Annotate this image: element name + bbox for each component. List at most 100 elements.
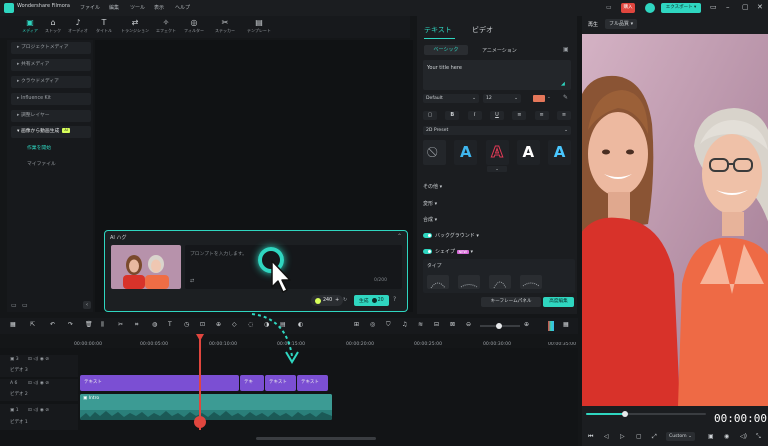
sidebar-item-project-media[interactable]: ▸ プロジェクトメディア: [11, 42, 91, 54]
keyframe-icon[interactable]: ◇: [232, 321, 237, 328]
monitor-icon[interactable]: ▭: [606, 4, 612, 11]
new-folder-icon[interactable]: ▭: [11, 302, 17, 309]
track-tools-icon[interactable]: ⊡ ◁) ◉ ⊘: [28, 357, 49, 362]
snap-icon[interactable]: ⊠: [450, 321, 455, 328]
prev-frame-icon[interactable]: ◁: [604, 433, 609, 440]
render-icon[interactable]: ⊞: [354, 321, 359, 328]
undo-icon[interactable]: ↶: [50, 321, 55, 328]
motion-track-icon[interactable]: ⊕: [216, 321, 221, 328]
buy-button[interactable]: 購入: [621, 3, 635, 13]
shape-option[interactable]: [489, 275, 511, 289]
zoom-in-icon[interactable]: ⊕: [524, 321, 529, 328]
title-clip[interactable]: テキ: [240, 375, 264, 391]
expand-presets-icon[interactable]: ⌄: [487, 166, 507, 172]
title-clip[interactable]: テキスト: [265, 375, 296, 391]
ai-text-icon[interactable]: ◢: [561, 81, 565, 87]
shield-icon[interactable]: ⛉: [386, 321, 391, 329]
preset-outline-a-icon[interactable]: A: [485, 139, 509, 165]
shape-toggle[interactable]: [423, 249, 432, 254]
sidebar-item-my-files[interactable]: マイファイル: [11, 159, 91, 171]
section-background[interactable]: バックグラウンド ▾: [423, 232, 479, 239]
advanced-edit-button[interactable]: 高度編集: [543, 297, 574, 307]
maximize-icon[interactable]: ▢: [742, 3, 749, 11]
align-center-icon[interactable]: ≡: [534, 110, 549, 120]
text-style-icon[interactable]: ▢: [423, 110, 437, 120]
section-compositing[interactable]: 合成 ▾: [423, 216, 437, 223]
font-select[interactable]: Default ⌄: [423, 94, 479, 103]
text-content-input[interactable]: Your title here ◢: [423, 60, 571, 90]
avatar[interactable]: [645, 3, 655, 13]
shape-option[interactable]: [427, 275, 449, 289]
track-tools-icon[interactable]: ⊡ ◁) ◉ ⊘: [28, 408, 49, 413]
collapse-sidebar-icon[interactable]: ‹: [83, 301, 91, 309]
close-icon[interactable]: ✕: [757, 3, 763, 11]
video-preview[interactable]: [582, 34, 768, 406]
ai-tool-icon[interactable]: ⊡: [200, 321, 205, 328]
timeline-scrollbar[interactable]: [256, 437, 376, 440]
no-preset-icon[interactable]: ⃠: [423, 139, 446, 165]
bold-icon[interactable]: B: [445, 110, 460, 120]
section-shape[interactable]: シェイプ NEW ▾: [423, 248, 473, 255]
zoom-out-icon[interactable]: ⊖: [466, 321, 471, 328]
section-other[interactable]: その他 ▾: [423, 183, 442, 190]
select-tool-icon[interactable]: ⇱: [30, 321, 35, 328]
subtab-basic[interactable]: ベーシック: [424, 45, 468, 55]
tab-audio[interactable]: ♪ オーディオ: [65, 16, 91, 38]
tab-stock[interactable]: ⌂ ストック: [40, 16, 66, 38]
shape-option[interactable]: [458, 275, 480, 289]
subtab-animation[interactable]: アニメーション: [482, 47, 517, 54]
shape-option[interactable]: [520, 275, 542, 289]
text-color-swatch[interactable]: [533, 95, 545, 102]
tab-template[interactable]: ▤ テンプレート: [245, 16, 273, 38]
playhead-knob[interactable]: [194, 416, 206, 428]
save-icon[interactable]: ▭: [710, 3, 717, 11]
help-icon[interactable]: ?: [393, 296, 396, 303]
tab-filter[interactable]: ◎ フィルター: [181, 16, 207, 38]
font-size-select[interactable]: 12 ⌄: [483, 94, 521, 103]
refresh-icon[interactable]: ↻: [343, 297, 347, 303]
play-icon[interactable]: ▷: [620, 433, 625, 440]
volume-icon[interactable]: ◁): [740, 433, 747, 440]
preset-white-a-icon[interactable]: A: [516, 139, 540, 165]
mic-icon[interactable]: ♫: [402, 321, 407, 328]
tab-effect[interactable]: ✧ エフェクト: [153, 16, 179, 38]
sidebar-item-get-started[interactable]: 作業を開始: [11, 143, 91, 155]
zoom-select[interactable]: Custom ⌄: [666, 432, 695, 441]
camera-icon[interactable]: ◉: [724, 433, 729, 440]
snapshot-icon[interactable]: ▣: [708, 433, 714, 440]
step-back-icon[interactable]: ⏮: [588, 433, 593, 441]
menu-view[interactable]: 表示: [154, 4, 164, 11]
italic-icon[interactable]: I: [467, 110, 482, 120]
sidebar-item-adjustment-layer[interactable]: ▸ 調整レイヤー: [11, 110, 91, 122]
grid-icon[interactable]: ▦: [563, 321, 569, 328]
playhead-handle[interactable]: [622, 411, 628, 417]
keyframe-panel-button[interactable]: キーフレームパネル: [481, 297, 541, 307]
title-clip[interactable]: テキスト: [297, 375, 328, 391]
track-tools-icon[interactable]: ⊡ ◁) ◉ ⊘: [28, 381, 49, 386]
sidebar-item-influence-kit[interactable]: ▸ Influence Kit: [11, 93, 91, 105]
crop-icon[interactable]: ⌗: [135, 321, 138, 329]
sidebar-item-cloud-media[interactable]: ▸ クラウドメディア: [11, 76, 91, 88]
mask-icon[interactable]: ◍: [152, 321, 157, 328]
background-toggle[interactable]: [423, 233, 432, 238]
video-clip[interactable]: ▣ Intro: [80, 394, 332, 420]
eyedropper-icon[interactable]: ✎: [563, 94, 568, 101]
tab-text[interactable]: テキスト: [424, 25, 452, 35]
shuffle-icon[interactable]: ⇄: [190, 278, 194, 284]
align-left-icon[interactable]: ≡: [512, 110, 527, 120]
credits-badge[interactable]: 240 +: [311, 295, 344, 306]
sidebar-item-shared-media[interactable]: ▸ 共有メディア: [11, 59, 91, 71]
cut-icon[interactable]: ✂: [118, 321, 123, 328]
menu-help[interactable]: ヘルプ: [175, 4, 190, 11]
redo-icon[interactable]: ↷: [68, 321, 73, 328]
generate-button[interactable]: 生成 20: [354, 295, 389, 306]
split-icon[interactable]: ⫼: [101, 321, 104, 329]
chevron-up-icon[interactable]: ⌃: [397, 233, 402, 240]
minimize-icon[interactable]: –: [726, 3, 730, 11]
voiceover-icon[interactable]: ≋: [418, 321, 423, 328]
menu-file[interactable]: ファイル: [80, 4, 100, 11]
preset-select[interactable]: 2D Preset ⌄: [423, 126, 571, 135]
expand-icon[interactable]: ⤡: [756, 433, 761, 441]
preset-cyan-a-icon[interactable]: A: [548, 139, 571, 165]
zoom-slider-handle[interactable]: [496, 323, 502, 329]
